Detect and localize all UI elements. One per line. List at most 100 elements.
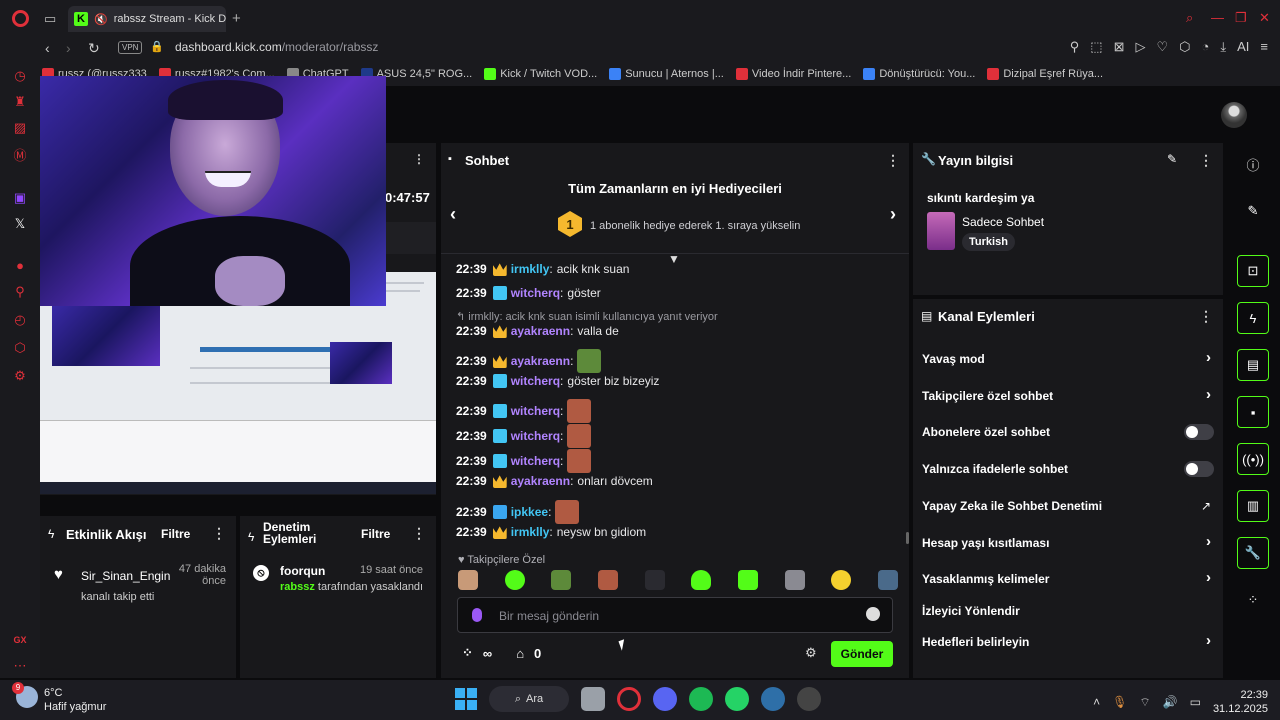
- steam-icon[interactable]: [761, 687, 785, 711]
- pin-icon[interactable]: ⚲: [1070, 39, 1080, 55]
- heart-icon[interactable]: ♡: [1156, 39, 1168, 55]
- new-tab-button[interactable]: +: [232, 10, 241, 27]
- chat-emote[interactable]: [567, 424, 592, 448]
- points-icon[interactable]: ⁘: [462, 645, 473, 661]
- maximize-button[interactable]: ❐: [1235, 10, 1247, 26]
- muted-audio-icon[interactable]: 🔇: [94, 13, 108, 26]
- chevron-right-icon[interactable]: ›: [1206, 569, 1211, 586]
- sub-badge-icon[interactable]: [492, 374, 507, 388]
- search-tabs-icon[interactable]: ⌕: [1186, 10, 1193, 26]
- send-button[interactable]: Gönder: [831, 641, 893, 667]
- pinboard-icon[interactable]: ⚲: [12, 284, 28, 300]
- emote-10[interactable]: [877, 570, 898, 590]
- more-sidebar-icon[interactable]: ⋯: [12, 658, 28, 674]
- banner-next-button[interactable]: ›: [890, 204, 896, 225]
- mod-target-user[interactable]: foorqun: [280, 564, 325, 578]
- clock[interactable]: 22:39 31.12.2025: [1213, 688, 1268, 716]
- download-icon[interactable]: ⤓: [1220, 39, 1226, 55]
- mod-filter-button[interactable]: Filtre: [361, 527, 390, 541]
- message-username[interactable]: ayakraenn: [511, 474, 570, 488]
- channel-action-label[interactable]: İzleyici Yönlendir: [922, 604, 1020, 618]
- crown-badge-icon[interactable]: [492, 325, 507, 338]
- reload-button[interactable]: ↻: [88, 40, 100, 57]
- chevron-right-icon[interactable]: ›: [1206, 349, 1211, 366]
- whatsapp-icon[interactable]: [725, 687, 749, 711]
- chat-input[interactable]: Bir mesaj gönderin: [457, 597, 893, 633]
- chat-emote[interactable]: [555, 500, 580, 524]
- channel-action-label[interactable]: Yalnızca ifadelerle sohbet: [922, 462, 1068, 476]
- crown-badge-icon[interactable]: [492, 526, 507, 539]
- wrench-rail-icon[interactable]: 🔧: [1237, 537, 1269, 569]
- user-avatar[interactable]: [1221, 102, 1247, 128]
- gx-corner-icon[interactable]: ♜: [12, 94, 28, 110]
- store-icon[interactable]: ⌂: [516, 646, 524, 661]
- microphone-icon[interactable]: [472, 608, 482, 622]
- broadcast-icon[interactable]: ((•)): [1237, 443, 1269, 475]
- bookmark-item[interactable]: Sunucu | Aternos |...: [609, 68, 724, 80]
- vip-badge-icon[interactable]: [492, 505, 507, 519]
- emote-3[interactable]: [551, 570, 572, 590]
- lock-icon[interactable]: 🔒: [150, 40, 164, 53]
- extensions-sidebar-icon[interactable]: ⬡: [12, 340, 28, 356]
- chat-menu-icon[interactable]: ⋮: [886, 152, 900, 169]
- message-username[interactable]: irmklly: [511, 262, 550, 276]
- message-username[interactable]: ayakraenn: [511, 324, 570, 338]
- sub-badge-icon[interactable]: [492, 286, 507, 300]
- bookmark-item[interactable]: Dizipal Eşref Rüya...: [987, 68, 1103, 80]
- crown-badge-icon[interactable]: [492, 263, 507, 276]
- chevron-right-icon[interactable]: ›: [1206, 533, 1211, 550]
- channel-action-label[interactable]: Abonelere özel sohbet: [922, 425, 1050, 439]
- bookmark-item[interactable]: Dönüştürücü: You...: [863, 68, 975, 80]
- channel-action-label[interactable]: Yavaş mod: [922, 352, 985, 366]
- message-username[interactable]: witcherq: [511, 404, 560, 418]
- chevron-right-icon[interactable]: ›: [1206, 386, 1211, 403]
- channel-actions-menu-icon[interactable]: ⋮: [1199, 308, 1213, 325]
- discord-icon[interactable]: [653, 687, 677, 711]
- bookmark-item[interactable]: Kick / Twitch VOD...: [484, 68, 597, 80]
- wifi-icon[interactable]: ⌔: [1139, 695, 1150, 710]
- emote-8[interactable]: [784, 570, 805, 590]
- tab-list-icon[interactable]: ▭: [44, 11, 56, 27]
- taskbar-search[interactable]: ⌕ Ara: [489, 686, 569, 712]
- tab-kick-stream[interactable]: K 🔇 rabssz Stream - Kick D: [68, 6, 226, 32]
- sub-badge-icon[interactable]: [492, 404, 507, 418]
- chat-rail-icon[interactable]: ▪: [1237, 396, 1269, 428]
- events-filter-button[interactable]: Filtre: [161, 527, 190, 541]
- category-name[interactable]: Sadece Sohbet: [962, 215, 1044, 229]
- notes-icon[interactable]: ▤: [1237, 349, 1269, 381]
- twitch-icon[interactable]: ▣: [12, 190, 28, 206]
- info-icon[interactable]: ⓘ: [1237, 148, 1269, 180]
- message-username[interactable]: witcherq: [511, 429, 560, 443]
- bookmark-item[interactable]: Video İndir Pintere...: [735, 68, 851, 80]
- edit-icon[interactable]: ✎: [1167, 152, 1177, 166]
- emote-9[interactable]: [831, 570, 852, 590]
- ai-button[interactable]: AI: [1237, 39, 1249, 55]
- mic-tray-icon[interactable]: 🎙: [1112, 695, 1127, 709]
- event-user[interactable]: Sir_Sinan_Engin: [81, 569, 170, 583]
- minimize-button[interactable]: —: [1211, 10, 1224, 25]
- chevron-right-icon[interactable]: ›: [1206, 632, 1211, 649]
- lightning-rail-icon[interactable]: ϟ: [1237, 302, 1269, 334]
- banner-prev-button[interactable]: ‹: [450, 204, 456, 225]
- url-field[interactable]: dashboard.kick.com/moderator/rabssz: [175, 40, 378, 54]
- events-menu-icon[interactable]: ⋮: [212, 525, 226, 542]
- sub-badge-icon[interactable]: [492, 429, 507, 443]
- category-thumbnail[interactable]: [927, 212, 955, 250]
- extensions-icon[interactable]: ⬡: [1179, 39, 1190, 55]
- channel-action-label[interactable]: Yasaklanmış kelimeler: [922, 572, 1049, 586]
- vpn-badge[interactable]: VPN: [118, 41, 143, 54]
- mod-menu-icon[interactable]: ⋮: [412, 525, 426, 542]
- stream-info-menu-icon[interactable]: ⋮: [1199, 152, 1213, 169]
- message-username[interactable]: ayakraenn: [511, 354, 570, 368]
- emote-2[interactable]: [504, 570, 525, 590]
- layout-icon[interactable]: ▥: [1237, 490, 1269, 522]
- gx-control-icon[interactable]: ▨: [12, 120, 28, 136]
- history-icon[interactable]: ◴: [12, 312, 28, 328]
- sub-badge-icon[interactable]: [492, 454, 507, 468]
- chat-settings-icon[interactable]: ⚙: [805, 645, 817, 661]
- chat-scrollbar[interactable]: [906, 532, 909, 544]
- speed-dial-icon[interactable]: ◷: [12, 68, 28, 84]
- crown-badge-icon[interactable]: [492, 355, 507, 368]
- close-window-button[interactable]: ✕: [1259, 10, 1270, 26]
- snapshot-icon[interactable]: ⬚: [1090, 39, 1102, 55]
